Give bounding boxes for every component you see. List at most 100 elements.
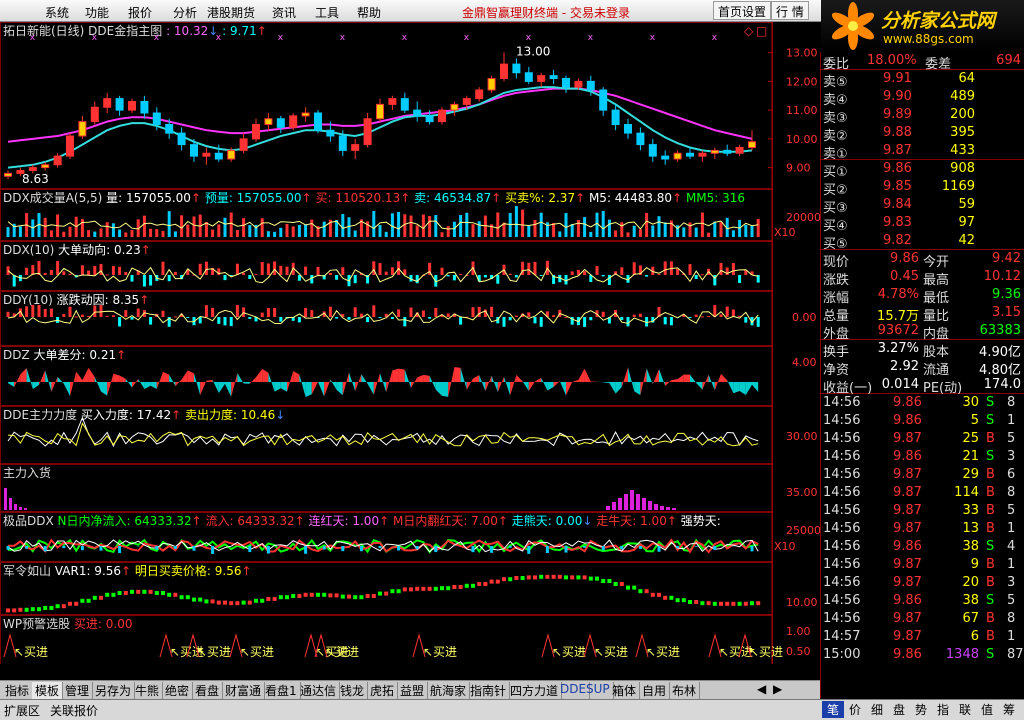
linked-quote-button[interactable]: 关联报价 xyxy=(50,702,98,719)
tick-row: 14:56 9.87 114 B 8 xyxy=(821,484,1024,502)
volume-bar xyxy=(539,212,543,237)
quote-bottom-tab[interactable]: 筹 xyxy=(998,701,1020,718)
indicator-bar xyxy=(471,307,475,317)
jp-bar xyxy=(266,546,270,554)
jl-block xyxy=(638,589,643,594)
menu-item[interactable]: 资讯 xyxy=(272,4,296,21)
volume-bar xyxy=(750,225,754,237)
indicator-bar xyxy=(669,317,673,326)
expand-area-button[interactable]: 扩展区 xyxy=(4,702,40,719)
template-tab[interactable]: 益盟 xyxy=(397,682,429,699)
sell-price: 9.90 xyxy=(883,89,912,104)
tick-volume: 114 xyxy=(954,485,979,500)
home-settings-button[interactable]: 首页设置 xyxy=(713,1,772,20)
indicator-chart-svg[interactable]: 拓日新能(日线) DDE金指主图 : 10.32↓ : 9.71↑DDX成交量A… xyxy=(0,22,820,664)
quote-bottom-tab[interactable]: 笔 xyxy=(822,701,844,718)
sell-price: 9.91 xyxy=(883,71,912,86)
template-tab[interactable]: 绝密 xyxy=(162,682,194,699)
chart-area[interactable]: 拓日新能(日线) DDE金指主图 : 10.32↓ : 9.71↑ DDX成交量A… xyxy=(0,22,820,664)
template-tab[interactable]: 模板 xyxy=(32,682,64,699)
menu-item[interactable]: 帮助 xyxy=(357,4,381,21)
indicator-bar xyxy=(304,266,308,275)
template-tab[interactable]: 指南针 xyxy=(467,682,511,699)
template-tab[interactable]: 自用 xyxy=(639,682,671,699)
indicator-bar xyxy=(124,310,128,317)
ddz-area xyxy=(26,368,33,390)
menu-item[interactable]: 报价 xyxy=(128,4,152,21)
indicator-bar xyxy=(378,317,382,318)
jl-block xyxy=(148,589,153,594)
template-tab[interactable]: 钱龙 xyxy=(337,682,369,699)
menu-item[interactable]: 分析 xyxy=(173,4,197,21)
template-tab[interactable]: 看盘1 xyxy=(262,682,301,699)
sell-row: 卖① 9.87 433 xyxy=(821,142,1024,162)
indicator-bar xyxy=(74,316,78,318)
indicator-bar xyxy=(198,263,202,275)
tick-side: B xyxy=(986,557,995,572)
template-tab[interactable]: 航海家 xyxy=(427,682,471,699)
template-tab[interactable]: 牛熊 xyxy=(132,682,164,699)
template-tab[interactable]: 指标 xyxy=(2,682,34,699)
tick-row: 14:57 9.87 6 B 1 xyxy=(821,628,1024,646)
panel-title-name: 极品DDX xyxy=(3,514,54,528)
tick-price: 9.86 xyxy=(893,413,922,428)
ddz-area xyxy=(398,368,405,382)
menu-item[interactable]: 功能 xyxy=(85,4,109,21)
jl-block xyxy=(278,595,283,600)
template-tab[interactable]: 虎拓 xyxy=(367,682,399,699)
indicator-bar xyxy=(62,271,66,275)
indicator-bar xyxy=(390,267,394,275)
ddz-area xyxy=(652,368,659,385)
menu-item[interactable]: 工具 xyxy=(315,4,339,21)
volume-bar xyxy=(279,227,283,237)
quote-bottom-tab[interactable]: 值 xyxy=(976,701,998,718)
buy-price: 9.86 xyxy=(883,161,912,176)
quote-bottom-tab[interactable]: 细 xyxy=(866,701,888,718)
axis-tick-label: 20000 xyxy=(786,211,820,224)
jl-block xyxy=(241,600,246,605)
template-tab[interactable]: 箱体 xyxy=(609,682,641,699)
template-tab[interactable]: 财富通 xyxy=(222,682,266,699)
indicator-bar xyxy=(700,274,704,276)
scroll-left-icon[interactable]: ◀ xyxy=(754,682,769,699)
tick-price: 9.87 xyxy=(893,611,922,626)
template-tab[interactable]: 另存为 xyxy=(92,682,136,699)
panel-value: ↑ xyxy=(257,24,267,38)
template-tab[interactable]: 看盘 xyxy=(192,682,224,699)
volume-bar xyxy=(564,213,568,237)
panel-value: 强势天: xyxy=(677,514,721,528)
tick-row: 14:56 9.87 9 B 1 xyxy=(821,556,1024,574)
ddz-area xyxy=(473,374,480,382)
quote-bottom-tab[interactable]: 盘 xyxy=(888,701,910,718)
tick-volume: 1348 xyxy=(945,647,979,662)
indicator-bar xyxy=(279,265,283,275)
panel-value: ↑ xyxy=(491,191,501,205)
ddz-area xyxy=(70,371,77,397)
volume-bar xyxy=(242,218,246,237)
volume-bar xyxy=(583,217,587,237)
quote-button[interactable]: 行 情 xyxy=(771,1,809,20)
quote-bottom-tab[interactable]: 指 xyxy=(932,701,954,718)
template-tab[interactable]: 管理 xyxy=(62,682,94,699)
template-tab[interactable]: 四方力道 xyxy=(507,682,563,699)
quote-bottom-tab[interactable]: 联 xyxy=(954,701,976,718)
ddz-area xyxy=(442,382,449,397)
jp-bar xyxy=(694,546,698,547)
volume-bar xyxy=(291,226,295,237)
candle xyxy=(90,101,99,125)
panel-value: : 9.71 xyxy=(218,24,256,38)
volume-bar xyxy=(570,223,574,237)
scroll-right-icon[interactable]: ▶ xyxy=(770,682,785,699)
indicator-bar xyxy=(459,317,463,325)
jl-block xyxy=(86,598,91,603)
menu-item[interactable]: 系统 xyxy=(45,4,69,21)
jl-block xyxy=(632,585,637,590)
volume-bar xyxy=(496,212,500,237)
quote-bottom-tab[interactable]: 势 xyxy=(910,701,932,718)
template-tab[interactable]: 通达信 xyxy=(297,682,341,699)
volume-bar xyxy=(434,215,438,237)
tick-volume: 21 xyxy=(962,449,979,464)
quote-bottom-tab[interactable]: 价 xyxy=(844,701,866,718)
menu-item[interactable]: 港股期货 xyxy=(207,4,255,21)
template-tab[interactable]: 布林 xyxy=(669,682,701,699)
